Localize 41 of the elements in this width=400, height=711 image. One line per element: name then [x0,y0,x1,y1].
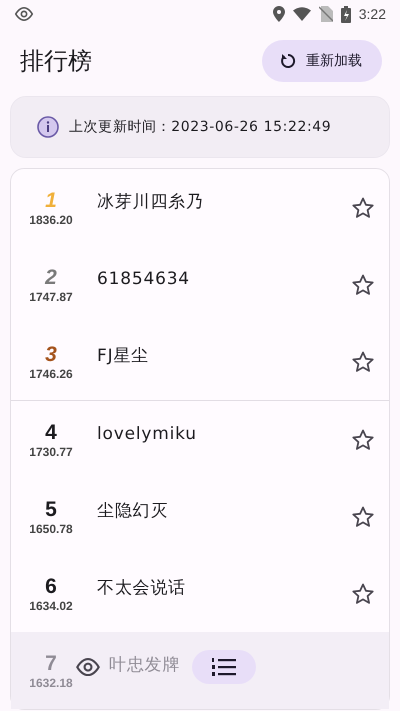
score: 1632.18 [29,676,73,690]
star-button[interactable] [351,504,375,528]
rank-number: 1 [45,188,57,212]
player-name: 不太会说话 [97,577,187,599]
score: 1634.02 [29,598,73,612]
score: 1650.78 [29,522,73,536]
score: 1836.20 [29,212,73,226]
player-name: 叶忠发牌 [109,654,180,676]
last-update-text: 上次更新时间：2023-06-26 15:22:49 [69,118,332,136]
rank-number: 4 [45,420,57,444]
refresh-icon [280,53,296,69]
player-name: 冰芽川四糸乃 [97,191,205,213]
player-name: 61854634 [97,268,191,288]
wifi-icon [292,7,311,21]
page-title: 排行榜 [20,46,92,77]
eye-icon [75,658,101,676]
no-sim-icon [318,6,333,22]
score: 1730.77 [29,444,73,458]
player-name: FJ星尘 [97,345,150,367]
nav-tab[interactable] [192,650,256,684]
star-button[interactable] [351,582,375,606]
rank-number: 7 [45,652,57,676]
eye-icon [14,7,34,21]
rank-number: 3 [45,342,57,366]
info-icon [37,116,59,138]
numbered-list-icon [212,657,236,677]
star-button[interactable] [351,272,375,296]
player-name: lovelymiku [97,424,198,444]
player-name: 尘隐幻灭 [97,500,170,522]
score: 1746.26 [29,366,73,380]
rank-number: 2 [45,266,57,290]
battery-icon [340,6,351,22]
star-button[interactable] [351,428,375,452]
star-button[interactable] [351,196,375,220]
rank-number: 6 [45,574,57,598]
score: 1747.87 [29,290,73,304]
location-icon [272,6,285,22]
star-button[interactable] [351,350,375,374]
clock: 3:22 [358,6,386,22]
reload-button[interactable]: 重新加载 [262,40,382,82]
rank-number: 5 [45,498,57,522]
